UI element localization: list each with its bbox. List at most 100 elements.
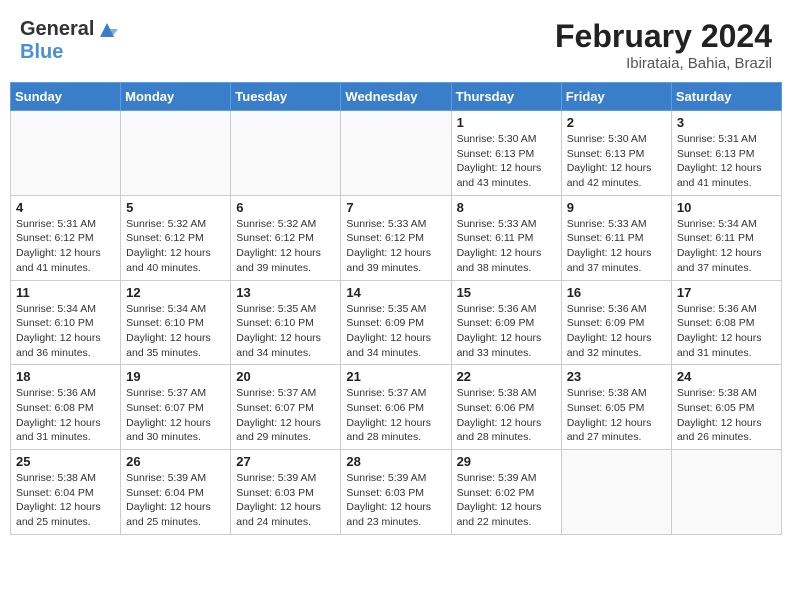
calendar-cell: 2Sunrise: 5:30 AM Sunset: 6:13 PM Daylig… xyxy=(561,111,671,196)
calendar-cell: 26 Sunrise: 5:39 AM Sunset: 6:04 PM Dayli… xyxy=(121,450,231,535)
calendar-cell xyxy=(11,111,121,196)
calendar-cell xyxy=(341,111,451,196)
page-header: General Blue February 2024 Ibirataia, Ba… xyxy=(10,10,782,76)
calendar-cell: 22Sunrise: 5:38 AM Sunset: 6:06 PM Dayli… xyxy=(451,365,561,450)
day-number: 1 xyxy=(457,115,556,130)
weekday-header-tuesday: Tuesday xyxy=(231,83,341,111)
calendar-week-row: 4Sunrise: 5:31 AM Sunset: 6:12 PM Daylig… xyxy=(11,195,782,280)
day-info: Sunrise: 5:39 AM Sunset: 6:04 PM Dayligh… xyxy=(126,471,225,530)
calendar-header: SundayMondayTuesdayWednesdayThursdayFrid… xyxy=(11,83,782,111)
day-info: Sunrise: 5:39 AM Sunset: 6:03 PM Dayligh… xyxy=(236,471,335,530)
calendar-week-row: 11Sunrise: 5:34 AM Sunset: 6:10 PM Dayli… xyxy=(11,280,782,365)
calendar-cell: 24 Sunrise: 5:38 AM Sunset: 6:05 PM Dayli… xyxy=(671,365,781,450)
weekday-header-wednesday: Wednesday xyxy=(341,83,451,111)
calendar-cell: 12 Sunrise: 5:34 AM Sunset: 6:10 PM Dayli… xyxy=(121,280,231,365)
day-number: 19 xyxy=(126,369,225,384)
location-subtitle: Ibirataia, Bahia, Brazil xyxy=(555,55,772,72)
calendar-cell: 3 Sunrise: 5:31 AM Sunset: 6:13 PM Daylig… xyxy=(671,111,781,196)
weekday-header-sunday: Sunday xyxy=(11,83,121,111)
day-info: Sunrise: 5:38 AM Sunset: 6:05 PM Dayligh… xyxy=(677,386,776,445)
day-info: Sunrise: 5:37 AM Sunset: 6:07 PM Dayligh… xyxy=(236,386,335,445)
calendar-cell: 20 Sunrise: 5:37 AM Sunset: 6:07 PM Dayli… xyxy=(231,365,341,450)
calendar-cell: 27 Sunrise: 5:39 AM Sunset: 6:03 PM Dayli… xyxy=(231,450,341,535)
day-info: Sunrise: 5:36 AM Sunset: 6:09 PM Dayligh… xyxy=(567,302,666,361)
calendar-cell xyxy=(121,111,231,196)
calendar-cell: 18 Sunrise: 5:36 AM Sunset: 6:08 PM Dayli… xyxy=(11,365,121,450)
day-number: 7 xyxy=(346,200,445,215)
day-number: 2 xyxy=(567,115,666,130)
day-number: 27 xyxy=(236,454,335,469)
calendar-cell: 1 Sunrise: 5:30 AM Sunset: 6:13 PM Daylig… xyxy=(451,111,561,196)
weekday-header-saturday: Saturday xyxy=(671,83,781,111)
calendar-cell: 9Sunrise: 5:33 AM Sunset: 6:11 PM Daylig… xyxy=(561,195,671,280)
calendar-cell: 23 Sunrise: 5:38 AM Sunset: 6:05 PM Dayli… xyxy=(561,365,671,450)
weekday-row: SundayMondayTuesdayWednesdayThursdayFrid… xyxy=(11,83,782,111)
logo-general-text: General xyxy=(20,18,94,41)
day-info: Sunrise: 5:34 AM Sunset: 6:10 PM Dayligh… xyxy=(126,302,225,361)
calendar-cell: 19Sunrise: 5:37 AM Sunset: 6:07 PM Dayli… xyxy=(121,365,231,450)
calendar-body: 1 Sunrise: 5:30 AM Sunset: 6:13 PM Daylig… xyxy=(11,111,782,535)
day-info: Sunrise: 5:39 AM Sunset: 6:02 PM Dayligh… xyxy=(457,471,556,530)
day-number: 10 xyxy=(677,200,776,215)
day-number: 26 xyxy=(126,454,225,469)
calendar-week-row: 18 Sunrise: 5:36 AM Sunset: 6:08 PM Dayli… xyxy=(11,365,782,450)
calendar-table: SundayMondayTuesdayWednesdayThursdayFrid… xyxy=(10,82,782,535)
day-number: 5 xyxy=(126,200,225,215)
day-info: Sunrise: 5:35 AM Sunset: 6:09 PM Dayligh… xyxy=(346,302,445,361)
day-number: 8 xyxy=(457,200,556,215)
calendar-week-row: 25Sunrise: 5:38 AM Sunset: 6:04 PM Dayli… xyxy=(11,450,782,535)
day-info: Sunrise: 5:37 AM Sunset: 6:06 PM Dayligh… xyxy=(346,386,445,445)
day-info: Sunrise: 5:30 AM Sunset: 6:13 PM Dayligh… xyxy=(457,132,556,191)
day-number: 16 xyxy=(567,285,666,300)
day-number: 3 xyxy=(677,115,776,130)
day-info: Sunrise: 5:36 AM Sunset: 6:09 PM Dayligh… xyxy=(457,302,556,361)
day-number: 24 xyxy=(677,369,776,384)
day-info: Sunrise: 5:36 AM Sunset: 6:08 PM Dayligh… xyxy=(677,302,776,361)
calendar-cell: 11Sunrise: 5:34 AM Sunset: 6:10 PM Dayli… xyxy=(11,280,121,365)
logo-blue-text: Blue xyxy=(20,41,63,63)
day-number: 13 xyxy=(236,285,335,300)
day-number: 20 xyxy=(236,369,335,384)
calendar-cell: 14 Sunrise: 5:35 AM Sunset: 6:09 PM Dayli… xyxy=(341,280,451,365)
weekday-header-friday: Friday xyxy=(561,83,671,111)
day-info: Sunrise: 5:33 AM Sunset: 6:12 PM Dayligh… xyxy=(346,217,445,276)
day-info: Sunrise: 5:33 AM Sunset: 6:11 PM Dayligh… xyxy=(567,217,666,276)
calendar-cell: 7 Sunrise: 5:33 AM Sunset: 6:12 PM Daylig… xyxy=(341,195,451,280)
calendar-cell: 5Sunrise: 5:32 AM Sunset: 6:12 PM Daylig… xyxy=(121,195,231,280)
day-info: Sunrise: 5:31 AM Sunset: 6:13 PM Dayligh… xyxy=(677,132,776,191)
day-number: 18 xyxy=(16,369,115,384)
day-info: Sunrise: 5:34 AM Sunset: 6:11 PM Dayligh… xyxy=(677,217,776,276)
calendar-cell: 8Sunrise: 5:33 AM Sunset: 6:11 PM Daylig… xyxy=(451,195,561,280)
calendar-cell xyxy=(561,450,671,535)
day-number: 15 xyxy=(457,285,556,300)
calendar-cell: 29 Sunrise: 5:39 AM Sunset: 6:02 PM Dayli… xyxy=(451,450,561,535)
day-number: 28 xyxy=(346,454,445,469)
day-number: 4 xyxy=(16,200,115,215)
logo-icon xyxy=(96,19,118,41)
calendar-cell: 16 Sunrise: 5:36 AM Sunset: 6:09 PM Dayli… xyxy=(561,280,671,365)
calendar-cell: 17Sunrise: 5:36 AM Sunset: 6:08 PM Dayli… xyxy=(671,280,781,365)
calendar-cell: 13 Sunrise: 5:35 AM Sunset: 6:10 PM Dayli… xyxy=(231,280,341,365)
calendar-cell xyxy=(231,111,341,196)
weekday-header-monday: Monday xyxy=(121,83,231,111)
day-number: 12 xyxy=(126,285,225,300)
calendar-cell: 15 Sunrise: 5:36 AM Sunset: 6:09 PM Dayli… xyxy=(451,280,561,365)
day-info: Sunrise: 5:38 AM Sunset: 6:05 PM Dayligh… xyxy=(567,386,666,445)
day-info: Sunrise: 5:32 AM Sunset: 6:12 PM Dayligh… xyxy=(236,217,335,276)
day-info: Sunrise: 5:36 AM Sunset: 6:08 PM Dayligh… xyxy=(16,386,115,445)
calendar-cell: 10 Sunrise: 5:34 AM Sunset: 6:11 PM Dayli… xyxy=(671,195,781,280)
weekday-header-thursday: Thursday xyxy=(451,83,561,111)
calendar-week-row: 1 Sunrise: 5:30 AM Sunset: 6:13 PM Daylig… xyxy=(11,111,782,196)
calendar-cell xyxy=(671,450,781,535)
day-number: 23 xyxy=(567,369,666,384)
day-number: 6 xyxy=(236,200,335,215)
day-info: Sunrise: 5:35 AM Sunset: 6:10 PM Dayligh… xyxy=(236,302,335,361)
day-number: 25 xyxy=(16,454,115,469)
day-number: 29 xyxy=(457,454,556,469)
calendar-cell: 4Sunrise: 5:31 AM Sunset: 6:12 PM Daylig… xyxy=(11,195,121,280)
day-info: Sunrise: 5:34 AM Sunset: 6:10 PM Dayligh… xyxy=(16,302,115,361)
day-number: 14 xyxy=(346,285,445,300)
logo: General Blue xyxy=(20,18,118,64)
day-info: Sunrise: 5:38 AM Sunset: 6:06 PM Dayligh… xyxy=(457,386,556,445)
title-section: February 2024 Ibirataia, Bahia, Brazil xyxy=(555,18,772,72)
